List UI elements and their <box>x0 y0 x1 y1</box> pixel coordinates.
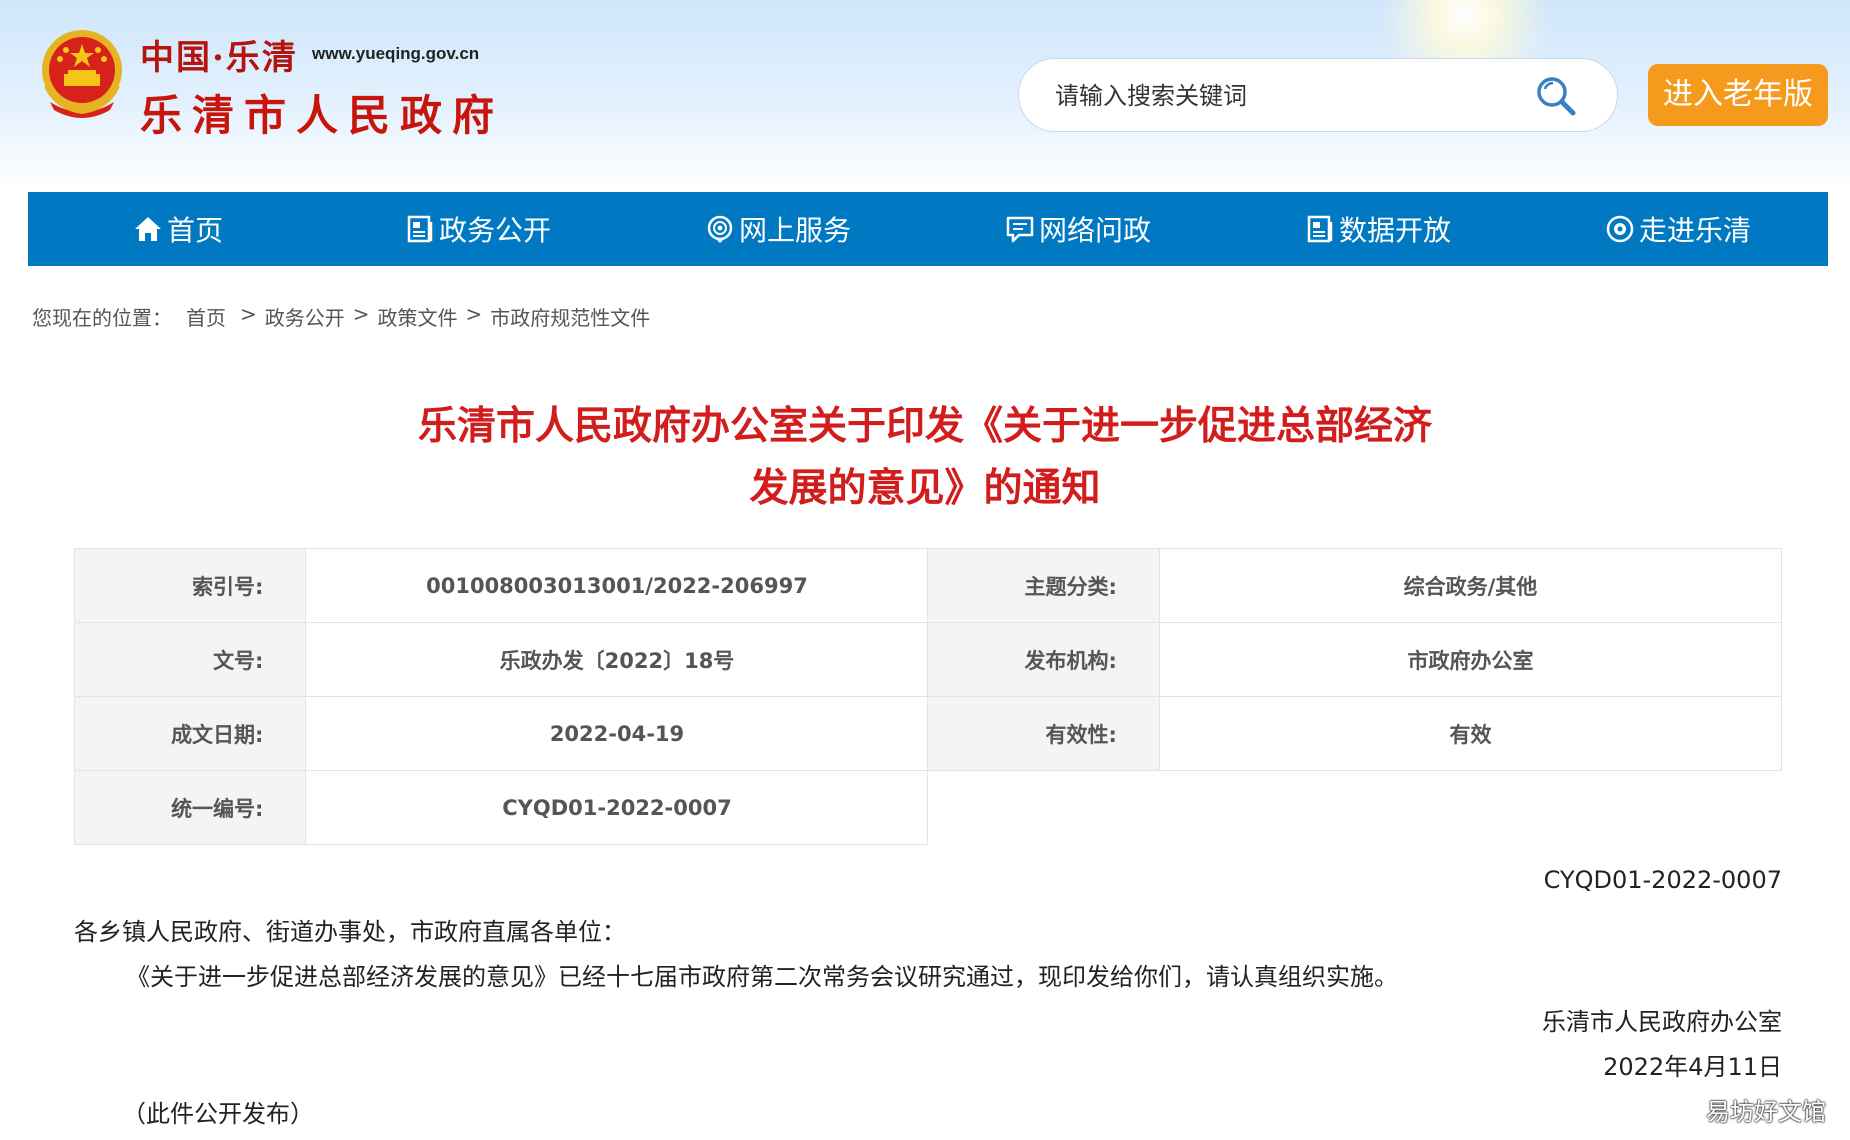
nav-item-about-yueqing[interactable]: 走进乐清 <box>1528 192 1828 266</box>
nav-item-open-data[interactable]: 数据开放 <box>1228 192 1528 266</box>
publication-note: （此件公开发布） <box>122 1100 314 1128</box>
publisher-value: 市政府办公室 <box>1158 622 1783 697</box>
validity-value: 有效 <box>1158 696 1783 771</box>
nav-item-online-service[interactable]: 网上服务 <box>628 192 928 266</box>
unified-value: CYQD01-2022-0007 <box>305 770 929 845</box>
site-url: www.yueqing.gov.cn <box>312 44 480 63</box>
search-box <box>1018 58 1618 132</box>
breadcrumb-prefix: 您现在的位置： <box>32 306 172 330</box>
nav-item-gov-affairs[interactable]: 政务公开 <box>328 192 628 266</box>
date-label: 成文日期: <box>73 696 306 771</box>
signature-date: 2022年4月11日 <box>1603 1053 1782 1081</box>
validity-label: 有效性: <box>927 696 1160 771</box>
date-value: 2022-04-19 <box>305 696 929 771</box>
index-label: 索引号: <box>73 548 306 623</box>
nav-item-label: 政务公开 <box>438 214 551 247</box>
signature-org: 乐清市人民政府办公室 <box>1542 1008 1782 1036</box>
search-icon[interactable] <box>1533 73 1579 119</box>
search-input[interactable] <box>1055 77 1515 115</box>
site-name-small: 中国·乐清 <box>140 38 298 78</box>
eye-icon <box>1606 215 1634 243</box>
doc-number: CYQD01-2022-0007 <box>1543 866 1782 894</box>
nav-item-label: 网络问政 <box>1038 214 1151 247</box>
unified-label: 统一编号: <box>73 770 306 845</box>
national-emblem-logo[interactable] <box>36 26 128 126</box>
watermark: 易坊好文馆 <box>1706 1098 1826 1126</box>
page-title: 乐清市人民政府办公室关于印发《关于进一步促进总部经济 发展的意见》的通知 <box>300 396 1550 520</box>
topic-label: 主题分类: <box>927 548 1160 623</box>
breadcrumb: 您现在的位置： 首页 > 政务公开 > 政策文件 > 市政府规范性文件 <box>32 302 650 331</box>
nav-item-home[interactable]: 首页 <box>28 192 328 266</box>
docno-label: 文号: <box>73 622 306 697</box>
title-line-1: 乐清市人民政府办公室关于印发《关于进一步促进总部经济 <box>417 404 1432 449</box>
breadcrumb-separator: > <box>240 302 257 326</box>
table-row: 索引号: 001008003013001/2022-206997 主题分类: 综… <box>73 548 1783 623</box>
document-icon <box>407 215 433 243</box>
breadcrumb-gov-affairs[interactable]: 政务公开 <box>265 302 345 331</box>
home-icon <box>134 217 161 241</box>
nav-item-label: 网上服务 <box>738 214 851 247</box>
breadcrumb-home[interactable]: 首页 <box>186 302 226 331</box>
breadcrumb-normative-docs[interactable]: 市政府规范性文件 <box>490 302 650 331</box>
docno-value: 乐政办发〔2022〕18号 <box>305 622 929 697</box>
data-icon <box>1307 215 1333 243</box>
breadcrumb-separator: > <box>352 302 370 326</box>
main-nav: 首页 政务公开 网上服务 网络问政 数据开放 走进乐清 <box>28 192 1828 266</box>
title-line-2: 发展的意见》的通知 <box>749 466 1101 511</box>
breadcrumb-policy-docs[interactable]: 政策文件 <box>378 302 458 331</box>
nav-item-online-inquiry[interactable]: 网络问政 <box>928 192 1228 266</box>
site-name-big: 乐清市人民政府 <box>140 91 505 140</box>
nav-item-label: 首页 <box>166 214 223 247</box>
elder-mode-button[interactable]: 进入老年版 <box>1648 64 1828 126</box>
site-header: 中国·乐清 www.yueqing.gov.cn 乐清市人民政府 进入老年版 <box>0 0 1850 192</box>
publisher-label: 发布机构: <box>927 622 1160 697</box>
index-value: 001008003013001/2022-206997 <box>305 548 929 623</box>
topic-value: 综合政务/其他 <box>1158 548 1783 623</box>
table-row: 统一编号: CYQD01-2022-0007 <box>73 770 1782 845</box>
table-row: 文号: 乐政办发〔2022〕18号 发布机构: 市政府办公室 <box>73 622 1783 697</box>
document-info-table: 索引号: 001008003013001/2022-206997 主题分类: 综… <box>73 548 1783 845</box>
nav-item-label: 走进乐清 <box>1638 214 1751 247</box>
salutation: 各乡镇人民政府、街道办事处，市政府直属各单位： <box>74 918 626 946</box>
service-icon <box>707 215 733 243</box>
body-paragraph: 《关于进一步促进总部经济发展的意见》已经十七届市政府第二次常务会议研究通过，现印… <box>126 963 1398 991</box>
chat-icon <box>1006 216 1034 243</box>
breadcrumb-separator: > <box>465 302 483 326</box>
nav-item-label: 数据开放 <box>1338 214 1451 247</box>
table-row: 成文日期: 2022-04-19 有效性: 有效 <box>73 696 1783 771</box>
